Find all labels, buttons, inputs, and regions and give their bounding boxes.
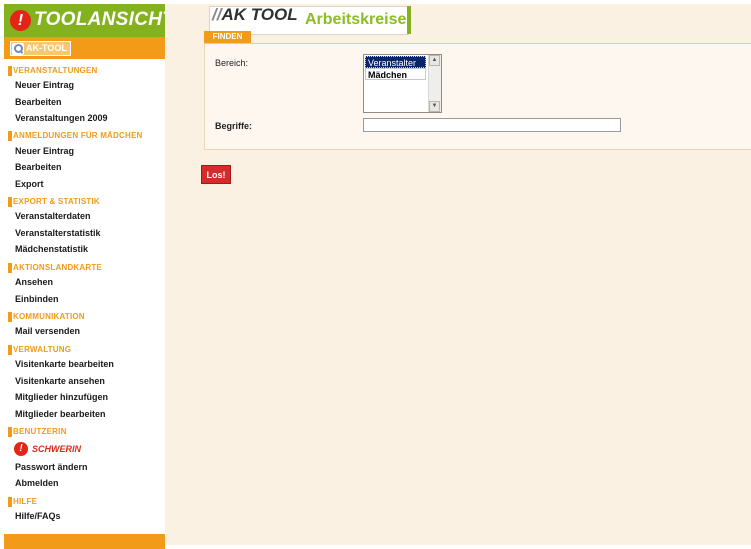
logo-arbeitskreise: Arbeitskreise <box>305 11 407 28</box>
user-name: SCHWERIN <box>32 444 81 454</box>
nav-abmelden[interactable]: Abmelden <box>15 477 59 489</box>
nav-hilfe-faqs[interactable]: Hilfe/FAQs <box>15 510 61 522</box>
section-marker <box>8 497 12 507</box>
bereich-option-maedchen[interactable]: Mädchen <box>365 68 426 80</box>
scroll-up-icon[interactable]: ▲ <box>429 55 440 66</box>
aktool-button-label: AK-TOOL <box>26 43 67 53</box>
section-title: VERWALTUNG <box>13 345 72 354</box>
nav-passwort-aendern[interactable]: Passwort ändern <box>15 461 88 473</box>
brand-title: TOOLANSICHT <box>34 9 175 30</box>
bereich-label: Bereich: <box>215 58 249 68</box>
nav-anmeldungen-bearbeiten[interactable]: Bearbeiten <box>15 161 62 173</box>
section-title: HILFE <box>13 497 38 506</box>
nav-ansehen[interactable]: Ansehen <box>15 276 53 288</box>
nav-anmeldungen-export[interactable]: Export <box>15 178 44 190</box>
section-title: KOMMUNIKATION <box>13 312 85 321</box>
section-kommunikation: KOMMUNIKATION <box>4 311 165 323</box>
scroll-down-icon[interactable]: ▼ <box>429 101 440 112</box>
section-marker <box>8 66 12 76</box>
section-anmeldungen: ANMELDUNGEN FÜR MÄDCHEN <box>4 130 165 142</box>
section-benutzerin: BENUTZERIN <box>4 426 165 438</box>
nav-veranstalterdaten[interactable]: Veranstalterdaten <box>15 210 91 222</box>
logo-ak-tool: //AK TOOL <box>212 5 298 24</box>
section-title: EXPORT & STATISTIK <box>13 197 100 206</box>
section-title: VERANSTALTUNGEN <box>13 66 98 75</box>
section-aktionslandkarte: AKTIONSLANDKARTE <box>4 262 165 274</box>
user-badge-icon: ! <box>14 442 28 456</box>
section-marker <box>8 197 12 207</box>
nav-mitglieder-hinzufuegen[interactable]: Mitglieder hinzufügen <box>15 391 108 403</box>
nav-veranstalterstatistik[interactable]: Veranstalterstatistik <box>15 227 101 239</box>
bereich-listbox[interactable]: Veranstalter Mädchen ▲ ▼ <box>363 54 442 113</box>
nav-veranstaltungen-bearbeiten[interactable]: Bearbeiten <box>15 96 62 108</box>
brand-header: ! TOOLANSICHT <box>4 4 174 37</box>
section-marker <box>8 312 12 322</box>
search-icon <box>12 42 24 55</box>
section-marker <box>8 131 12 141</box>
bereich-option-veranstalter[interactable]: Veranstalter <box>365 56 426 68</box>
section-title: ANMELDUNGEN FÜR MÄDCHEN <box>13 131 143 140</box>
nav-veranstaltungen-2009[interactable]: Veranstaltungen 2009 <box>15 112 108 124</box>
listbox-scrollbar[interactable]: ▲ ▼ <box>428 55 441 112</box>
section-marker <box>8 263 12 273</box>
section-export-statistik: EXPORT & STATISTIK <box>4 196 165 208</box>
nav-mitglieder-bearbeiten[interactable]: Mitglieder bearbeiten <box>15 408 106 420</box>
section-title: AKTIONSLANDKARTE <box>13 263 102 272</box>
aktool-bar: AK-TOOL <box>4 37 165 59</box>
section-marker <box>8 427 12 437</box>
begriffe-label: Begriffe: <box>215 121 253 131</box>
aktool-button[interactable]: AK-TOOL <box>10 41 71 56</box>
section-marker <box>8 345 12 355</box>
sidebar: ! TOOLANSICHT AK-TOOL VERANSTALTUNGEN Ne… <box>4 4 174 549</box>
tab-finden[interactable]: FINDEN <box>204 31 251 43</box>
main-content: //AK TOOL Arbeitskreise FINDEN Bereich: … <box>165 4 751 545</box>
nav-maedchenstatistik[interactable]: Mädchenstatistik <box>15 243 88 255</box>
nav-visitenkarte-bearbeiten[interactable]: Visitenkarte bearbeiten <box>15 358 114 370</box>
app-frame: ! TOOLANSICHT AK-TOOL VERANSTALTUNGEN Ne… <box>0 0 751 549</box>
logo-accent-bar <box>407 6 411 34</box>
sidebar-footer <box>4 534 165 549</box>
los-button[interactable]: Los! <box>201 165 231 184</box>
section-hilfe: HILFE <box>4 496 165 508</box>
nav-anmeldungen-neuer-eintrag[interactable]: Neuer Eintrag <box>15 145 74 157</box>
section-veranstaltungen: VERANSTALTUNGEN <box>4 65 165 77</box>
nav-veranstaltungen-neuer-eintrag[interactable]: Neuer Eintrag <box>15 79 74 91</box>
sidebar-nav: VERANSTALTUNGEN Neuer Eintrag Bearbeiten… <box>4 59 166 534</box>
section-verwaltung: VERWALTUNG <box>4 344 165 356</box>
nav-visitenkarte-ansehen[interactable]: Visitenkarte ansehen <box>15 375 105 387</box>
search-panel: Bereich: Veranstalter Mädchen ▲ ▼ Begrif… <box>204 44 751 150</box>
section-title: BENUTZERIN <box>13 427 67 436</box>
begriffe-input[interactable] <box>363 118 621 132</box>
nav-mail-versenden[interactable]: Mail versenden <box>15 325 80 337</box>
current-user: ! SCHWERIN <box>14 442 81 456</box>
nav-einbinden[interactable]: Einbinden <box>15 293 59 305</box>
alert-badge-icon: ! <box>10 10 31 31</box>
